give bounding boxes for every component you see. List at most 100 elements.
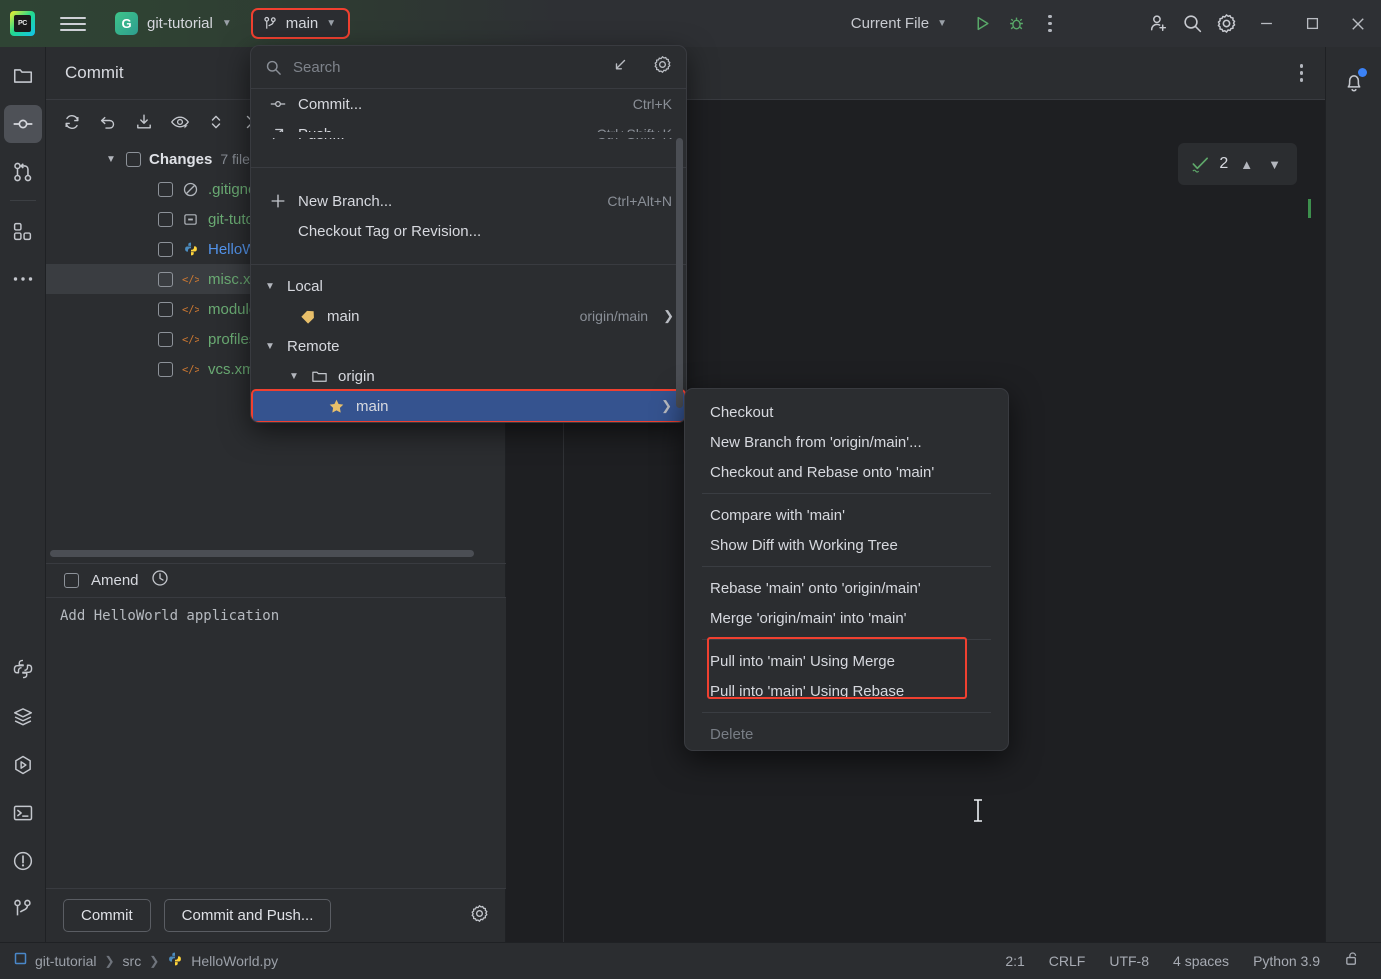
run-icon[interactable] <box>965 7 999 41</box>
file-checkbox[interactable] <box>158 242 173 257</box>
breadcrumb-item-project[interactable]: git-tutorial <box>35 953 96 969</box>
search-icon[interactable] <box>1175 7 1209 41</box>
branch-group-remote[interactable]: ▼ Remote <box>251 331 686 361</box>
branch-popup-scrollbar[interactable] <box>676 138 683 408</box>
minimize-window-button[interactable] <box>1243 0 1289 47</box>
sidebar-item-structure[interactable] <box>4 212 42 250</box>
notifications-button[interactable] <box>1334 62 1374 102</box>
more-options-icon[interactable] <box>1033 7 1067 41</box>
refresh-icon[interactable] <box>58 108 86 136</box>
menu-item-checkout[interactable]: Checkout <box>685 397 1008 427</box>
sidebar-item-terminal[interactable] <box>4 794 42 832</box>
chevron-down-icon: ▼ <box>222 19 232 29</box>
inspections-widget[interactable]: 2 ▲ ▼ <box>1178 143 1297 185</box>
menu-item-label: New Branch... <box>298 193 392 210</box>
menu-item-merge-origin-main-into-main[interactable]: Merge 'origin/main' into 'main' <box>685 603 1008 633</box>
status-encoding[interactable]: UTF-8 <box>1109 953 1149 969</box>
hamburger-menu-icon[interactable] <box>60 11 86 37</box>
menu-item-pull-into-main-using-rebase[interactable]: Pull into 'main' Using Rebase <box>685 676 1008 706</box>
chevron-down-icon[interactable]: ▼ <box>1265 157 1284 172</box>
sidebar-item-pull-requests[interactable] <box>4 153 42 191</box>
menu-item-label: Show Diff with Working Tree <box>710 537 898 554</box>
update-project-icon[interactable] <box>130 108 158 136</box>
branch-selector-button[interactable]: main ▼ <box>251 8 350 39</box>
branch-item-local-main[interactable]: main origin/main ❯ <box>251 301 686 331</box>
branch-name-label: main <box>327 308 360 325</box>
menu-item-label: Checkout and Rebase onto 'main' <box>710 464 934 481</box>
sidebar-item-more-tool-windows[interactable] <box>4 260 42 298</box>
settings-gear-icon[interactable] <box>470 904 489 928</box>
commit-message-text: Add HelloWorld application <box>60 608 492 624</box>
status-interpreter[interactable]: Python 3.9 <box>1253 953 1320 969</box>
commit-message-input[interactable]: Add HelloWorld application <box>46 598 506 888</box>
sidebar-item-python-console[interactable] <box>4 650 42 688</box>
sidebar-item-commit[interactable] <box>4 105 42 143</box>
status-indent[interactable]: 4 spaces <box>1173 953 1229 969</box>
menu-divider <box>251 264 686 265</box>
chevron-up-icon[interactable]: ▲ <box>1237 157 1256 172</box>
run-configuration-selector[interactable]: Current File ▼ <box>851 15 947 32</box>
terminal-icon <box>12 802 34 824</box>
inspection-count: 2 <box>1219 155 1228 173</box>
chevron-down-icon[interactable]: ▼ <box>106 154 118 165</box>
project-selector[interactable]: G git-tutorial ▼ <box>111 9 238 38</box>
file-checkbox[interactable] <box>158 212 173 227</box>
debug-icon[interactable] <box>999 7 1033 41</box>
close-window-button[interactable] <box>1335 0 1381 47</box>
file-checkbox[interactable] <box>158 362 173 377</box>
branch-search-input[interactable]: Search <box>293 59 600 76</box>
iml-module-icon <box>182 211 199 228</box>
commit-button[interactable]: Commit <box>63 899 151 932</box>
file-checkbox[interactable] <box>158 272 173 287</box>
menu-item-new-branch[interactable]: New Branch... Ctrl+Alt+N <box>251 186 686 216</box>
menu-item-new-branch-from-origin-main[interactable]: New Branch from 'origin/main'... <box>685 427 1008 457</box>
notification-badge-dot <box>1358 68 1367 77</box>
file-checkbox[interactable] <box>158 182 173 197</box>
branch-item-origin-main[interactable]: main ❯ <box>253 391 684 421</box>
file-checkbox[interactable] <box>158 332 173 347</box>
settings-gear-icon[interactable] <box>653 55 672 79</box>
menu-item-rebase-main-onto-origin-main[interactable]: Rebase 'main' onto 'origin/main' <box>685 573 1008 603</box>
commit-node-icon <box>269 95 287 113</box>
sidebar-item-problems[interactable] <box>4 842 42 880</box>
unlocked-padlock-icon[interactable] <box>1344 950 1361 972</box>
changes-horizontal-scrollbar[interactable] <box>50 550 474 557</box>
menu-item-compare-with-main[interactable]: Compare with 'main' <box>685 500 1008 530</box>
menu-item-commit[interactable]: Commit... Ctrl+K <box>251 89 686 119</box>
show-diff-eye-icon[interactable] <box>166 108 194 136</box>
menu-item-show-diff-with-working-tree[interactable]: Show Diff with Working Tree <box>685 530 1008 560</box>
branch-popup-actions: Commit... Ctrl+K Push... Ctrl+Shift+K <box>251 89 686 153</box>
collapse-diagonal-icon[interactable] <box>611 56 629 79</box>
sidebar-item-git[interactable] <box>4 890 42 928</box>
sidebar-item-run[interactable] <box>4 746 42 784</box>
commit-and-push-button[interactable]: Commit and Push... <box>164 899 332 932</box>
file-checkbox[interactable] <box>158 302 173 317</box>
sidebar-item-project[interactable] <box>4 57 42 95</box>
breadcrumb-item-file[interactable]: HelloWorld.py <box>191 953 278 969</box>
menu-item-checkout-tag-or-revision[interactable]: Checkout Tag or Revision... <box>251 216 686 246</box>
status-caret-position[interactable]: 2:1 <box>1005 953 1024 969</box>
clock-history-icon[interactable] <box>151 569 169 592</box>
status-line-separator[interactable]: CRLF <box>1049 953 1086 969</box>
menu-divider <box>702 712 991 713</box>
menu-item-shortcut: Ctrl+K <box>633 96 672 112</box>
remote-origin-node[interactable]: ▼ origin <box>251 361 686 391</box>
menu-item-pull-into-main-using-merge[interactable]: Pull into 'main' Using Merge <box>685 646 1008 676</box>
expand-collapse-icon[interactable] <box>202 108 230 136</box>
project-badge: G <box>115 12 138 35</box>
menu-item-label: Checkout <box>710 404 773 421</box>
breadcrumb-item-folder[interactable]: src <box>123 953 142 969</box>
maximize-window-button[interactable] <box>1289 0 1335 47</box>
rollback-icon[interactable] <box>94 108 122 136</box>
changes-checkbox[interactable] <box>126 152 141 167</box>
menu-item-checkout-and-rebase-onto-main[interactable]: Checkout and Rebase onto 'main' <box>685 457 1008 487</box>
title-bar: PC G git-tutorial ▼ main ▼ <box>0 0 1381 47</box>
amend-checkbox[interactable] <box>64 573 79 588</box>
star-favorite-icon <box>328 398 345 415</box>
sidebar-item-services[interactable] <box>4 698 42 736</box>
code-with-me-icon[interactable] <box>1141 7 1175 41</box>
settings-gear-icon[interactable] <box>1209 7 1243 41</box>
remote-name-label: origin <box>338 368 375 385</box>
branch-group-local[interactable]: ▼ Local <box>251 271 686 301</box>
more-vertical-icon[interactable] <box>1294 58 1310 88</box>
